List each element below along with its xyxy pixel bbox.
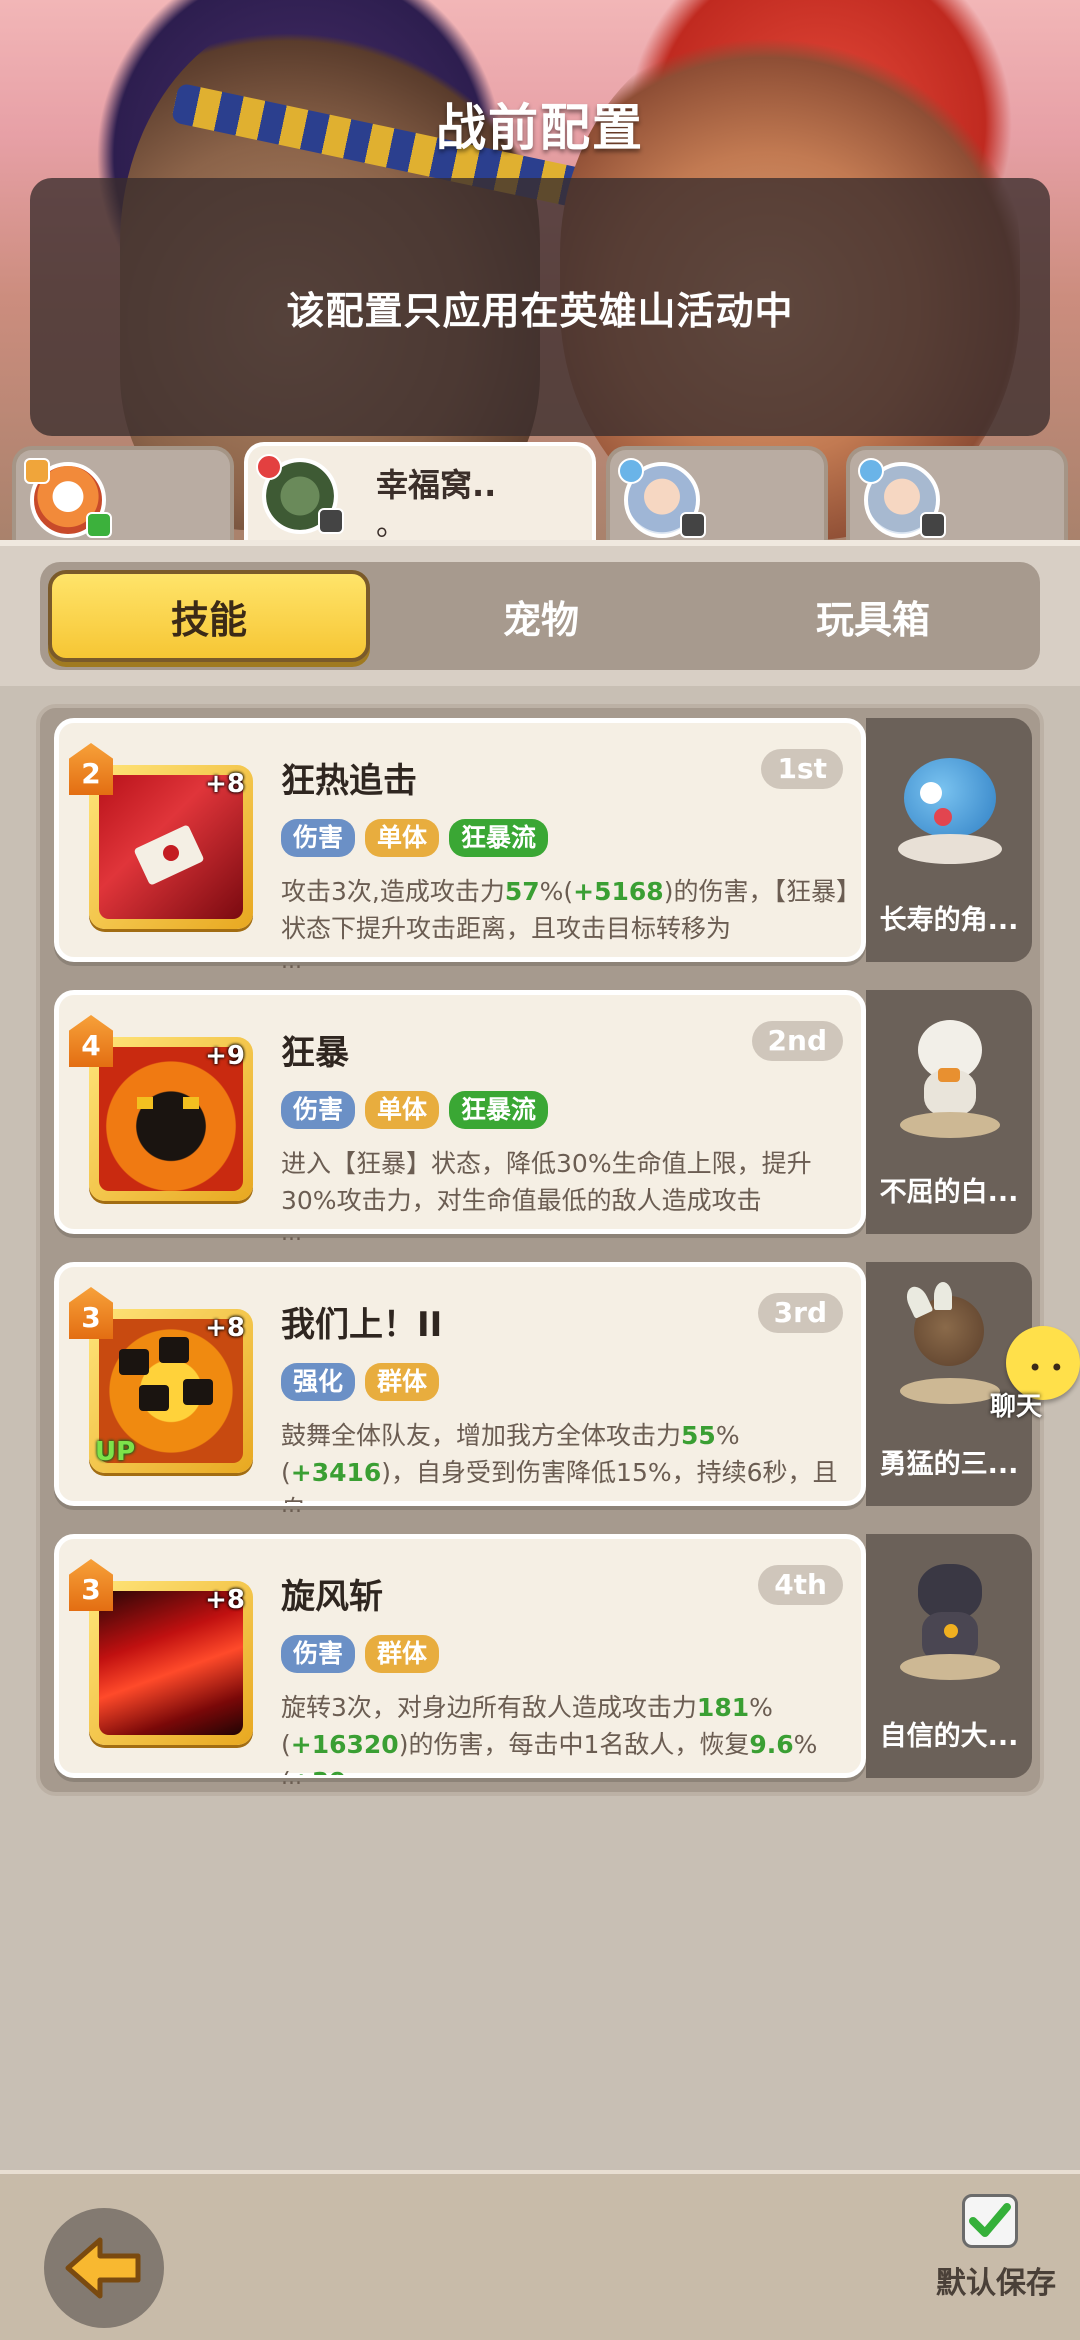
skill-tags: 伤害 群体	[281, 1635, 440, 1673]
skill-card[interactable]: +8 2 狂热追击 1st 伤害 单体 狂暴流 攻击3次,造成攻击力57%(+5…	[54, 718, 866, 974]
skill-plus: +8	[205, 1313, 245, 1343]
skill-desc-more: ...	[281, 1493, 302, 1518]
pet-card[interactable]: 勇猛的三...	[866, 1262, 1032, 1506]
skill-rank: 1st	[761, 749, 843, 789]
skill-list: +8 2 狂热追击 1st 伤害 单体 狂暴流 攻击3次,造成攻击力57%(+5…	[36, 704, 1044, 1796]
tag: 单体	[365, 1091, 440, 1129]
skill-desc: 攻击3次,造成攻击力57%(+5168)的伤害，【狂暴】状态下提升攻击距离，且攻…	[281, 877, 861, 943]
skill-icon: +8	[89, 765, 253, 929]
skill-plus: +9	[205, 1041, 245, 1071]
tag: 伤害	[281, 819, 356, 857]
header-banner: 战前配置 该配置只应用在英雄山活动中 幸福窝.. 。	[0, 0, 1080, 540]
skill-rank: 4th	[758, 1565, 843, 1605]
skill-plus: +8	[205, 1585, 245, 1615]
skill-card[interactable]: +8 UP 3 我们上！II 3rd 强化 群体 鼓舞全体队友，增加我方全体攻击…	[54, 1262, 866, 1518]
tag: 群体	[365, 1635, 440, 1673]
skill-name: 狂热追击	[281, 761, 417, 801]
pet-name: 长寿的角...	[879, 905, 1019, 936]
skill-rank: 3rd	[757, 1293, 843, 1333]
skill-name: 狂暴	[281, 1033, 349, 1073]
pet-figure	[900, 1010, 1000, 1140]
skill-tags: 伤害 单体 狂暴流	[281, 819, 549, 857]
skill-desc: 鼓舞全体队友，增加我方全体攻击力55%(+3416)，自身受到伤害降低15%，持…	[281, 1421, 838, 1503]
skill-level-badge: 2	[69, 743, 113, 795]
page-title: 战前配置	[436, 99, 644, 157]
skill-card[interactable]: +8 3 旋风斩 4th 伤害 群体 旋转3次，对身边所有敌人造成攻击力181%…	[54, 1534, 866, 1790]
tab-bar: 技能 宠物 玩具箱	[40, 562, 1040, 670]
hero-slot-3[interactable]	[606, 446, 828, 540]
pet-card[interactable]: 不屈的白...	[866, 990, 1032, 1234]
skill-icon: +8 UP	[89, 1309, 253, 1473]
skill-name: 旋风斩	[281, 1577, 383, 1617]
skill-card[interactable]: +9 4 狂暴 2nd 伤害 单体 狂暴流 进入【狂暴】状态，降低30%生命值上…	[54, 990, 866, 1246]
tag: 单体	[365, 819, 440, 857]
notice-box: 该配置只应用在英雄山活动中	[30, 178, 1050, 436]
hero-slot-1[interactable]	[12, 446, 234, 540]
remove-icon[interactable]	[256, 454, 282, 480]
checkmark-icon	[969, 2203, 1011, 2237]
skill-desc: 进入【狂暴】状态，降低30%生命值上限，提升30%攻击力，对生命值最低的敌人造成…	[281, 1149, 812, 1215]
skill-rank: 2nd	[751, 1021, 843, 1061]
skill-icon: +8	[89, 1581, 253, 1745]
skill-desc-more: ...	[281, 1221, 302, 1246]
pet-figure	[900, 1282, 1000, 1412]
tag: 狂暴流	[449, 819, 549, 857]
skill-level-badge: 4	[69, 1015, 113, 1067]
pet-card[interactable]: 长寿的角...	[866, 718, 1032, 962]
skill-name: 我们上！II	[281, 1305, 443, 1345]
swap-icon	[858, 458, 884, 484]
tab-pets[interactable]: 宠物	[380, 570, 702, 662]
default-save-label: 默认保存	[936, 2266, 1056, 2301]
skill-tags: 强化 群体	[281, 1363, 440, 1401]
back-button[interactable]	[44, 2208, 164, 2328]
pet-figure	[898, 738, 1002, 868]
skill-level-badge: 3	[69, 1287, 113, 1339]
pet-name: 不屈的白...	[879, 1177, 1019, 1208]
skill-icon: +9	[89, 1037, 253, 1201]
pet-name: 勇猛的三...	[879, 1449, 1019, 1480]
skill-desc-more: ...	[281, 1765, 302, 1790]
chat-label: 聊天	[990, 1392, 1043, 1422]
tag: 狂暴流	[449, 1091, 549, 1129]
skill-desc-more: ...	[281, 949, 302, 974]
status-icon	[680, 512, 706, 538]
tag: 伤害	[281, 1635, 356, 1673]
hero-slot-4[interactable]	[846, 446, 1068, 540]
pet-card[interactable]: 自信的大...	[866, 1534, 1032, 1778]
arrow-left-icon	[65, 2237, 141, 2299]
skill-tags: 伤害 单体 狂暴流	[281, 1091, 549, 1129]
main-panel: 技能 宠物 玩具箱 +8 2 狂热追击 1st 伤害 单体 狂暴流 攻击3次,造…	[0, 540, 1080, 2170]
tab-skills[interactable]: 技能	[48, 570, 370, 662]
upgrade-badge: UP	[95, 1437, 136, 1467]
notice-text: 该配置只应用在英雄山活动中	[286, 288, 794, 333]
hero-slot-2[interactable]: 幸福窝.. 。	[244, 442, 596, 540]
status-icon	[920, 512, 946, 538]
pet-name: 自信的大...	[879, 1721, 1019, 1752]
skill-level-badge: 3	[69, 1559, 113, 1611]
status-icon	[86, 512, 112, 538]
tab-bar-wrap: 技能 宠物 玩具箱	[0, 540, 1080, 686]
tag: 伤害	[281, 1091, 356, 1129]
status-icon	[318, 508, 344, 534]
tag: 强化	[281, 1363, 356, 1401]
swap-icon	[24, 458, 50, 484]
default-save-checkbox[interactable]	[962, 2194, 1018, 2248]
swap-icon	[618, 458, 644, 484]
skill-desc: 旋转3次，对身边所有敌人造成攻击力181%(+16320)的伤害，每击中1名敌人…	[281, 1693, 818, 1775]
slot-hero-sub: 。	[376, 508, 406, 540]
skill-plus: +8	[205, 769, 245, 799]
smiley-icon: • •	[1028, 1354, 1064, 1382]
tab-toybox[interactable]: 玩具箱	[712, 570, 1034, 662]
bottom-bar: 默认保存	[0, 2170, 1080, 2340]
pet-figure	[900, 1554, 1000, 1684]
tag: 群体	[365, 1363, 440, 1401]
